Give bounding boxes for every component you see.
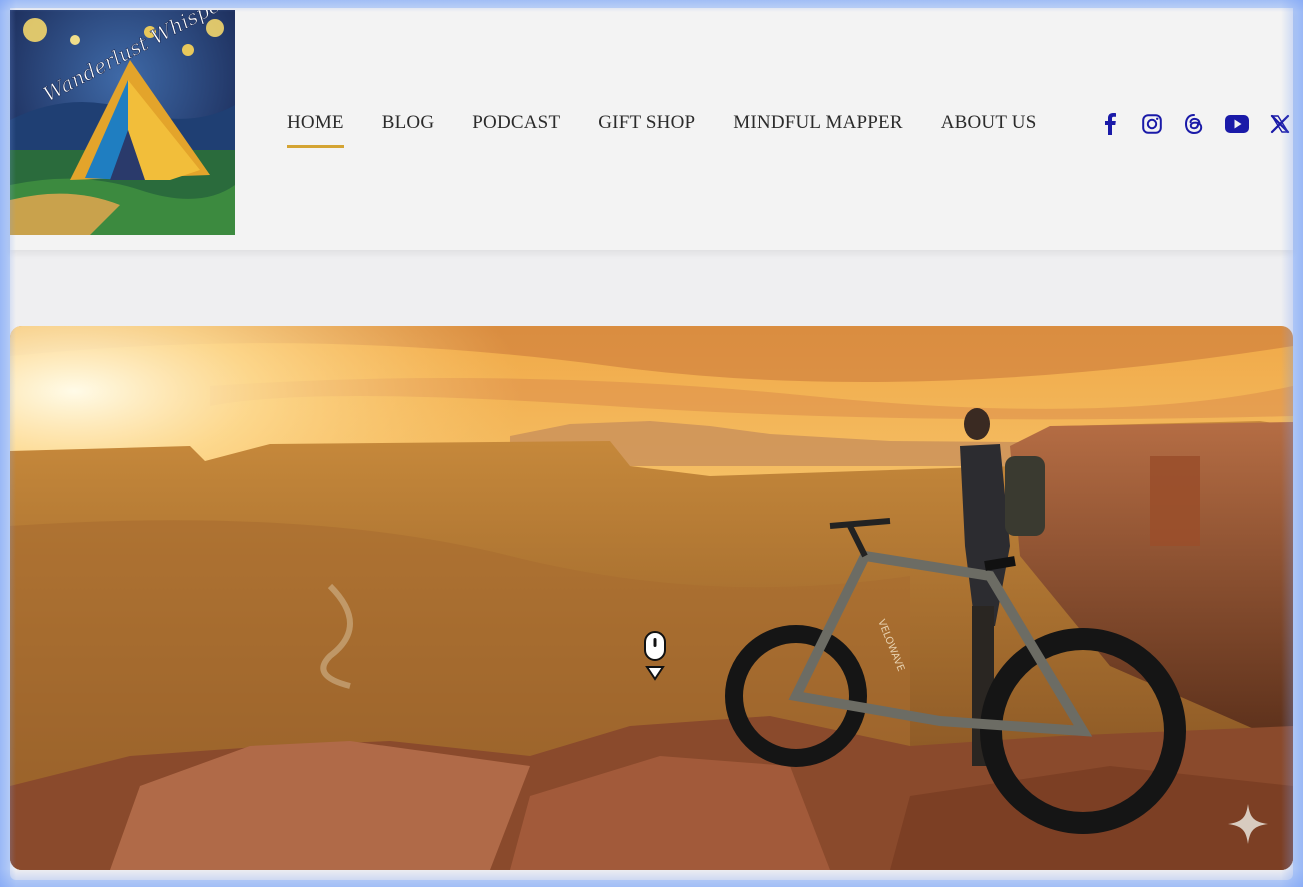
sparkle-icon — [1228, 804, 1268, 849]
nav-home[interactable]: HOME — [287, 112, 344, 148]
main-nav: HOME BLOG PODCAST GIFT SHOP MINDFUL MAPP… — [287, 112, 1074, 148]
youtube-icon[interactable] — [1224, 112, 1250, 136]
hero-canyon-scene: VELOWAVE — [10, 326, 1293, 870]
hero-image: VELOWAVE — [10, 326, 1293, 870]
mouse-scroll-icon — [644, 631, 666, 681]
x-icon[interactable] — [1268, 112, 1292, 136]
nav-blog[interactable]: BLOG — [382, 112, 435, 148]
instagram-icon[interactable] — [1140, 112, 1164, 136]
site-logo[interactable]: Wanderlust Whisperz — [10, 10, 235, 235]
nav-gift-shop[interactable]: GIFT SHOP — [598, 112, 695, 148]
logo-tent-painting: Wanderlust Whisperz — [10, 10, 235, 235]
nav-mindful-mapper[interactable]: MINDFUL MAPPER — [733, 112, 902, 148]
site-header: Wanderlust Whisperz HOME BLOG PODCAST GI… — [10, 8, 1293, 250]
nav-about-us[interactable]: ABOUT US — [941, 112, 1037, 148]
nav-podcast[interactable]: PODCAST — [472, 112, 560, 148]
scroll-down-indicator[interactable] — [644, 631, 666, 688]
threads-icon[interactable] — [1182, 112, 1206, 136]
social-links — [1098, 112, 1303, 136]
facebook-icon[interactable] — [1098, 112, 1122, 136]
